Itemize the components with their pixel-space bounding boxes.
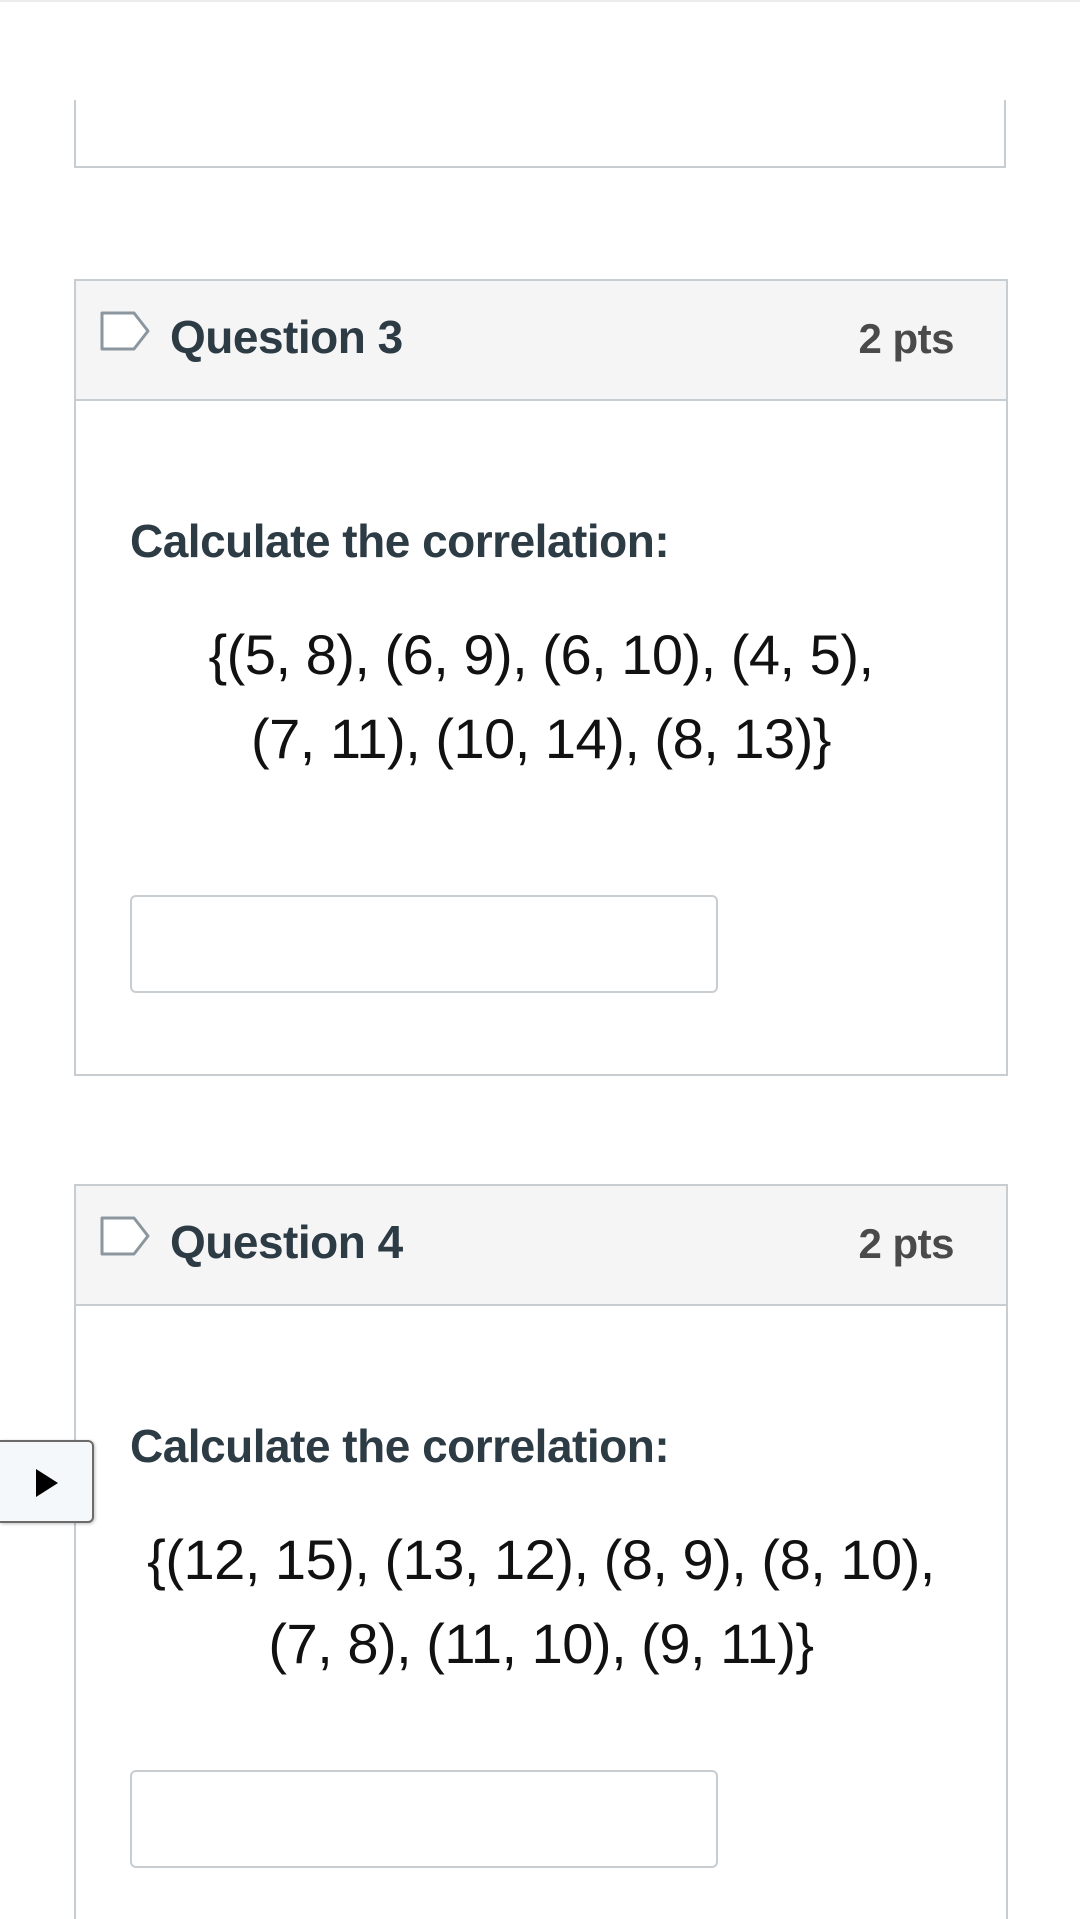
question-prompt: Calculate the correlation:: [130, 1420, 670, 1472]
data-line: {(12, 15), (13, 12), (8, 9), (8, 10),: [147, 1528, 935, 1591]
flag-outline-icon[interactable]: [98, 309, 152, 353]
top-divider: [0, 0, 1080, 2]
question-data-set: {(5, 8), (6, 9), (6, 10), (4, 5), (7, 11…: [76, 613, 1006, 781]
data-line: {(5, 8), (6, 9), (6, 10), (4, 5),: [208, 623, 874, 686]
question-title: Question 3: [170, 311, 403, 363]
flag-outline-icon[interactable]: [98, 1214, 152, 1258]
play-icon: [36, 1469, 58, 1497]
question-header: Question 3 2 pts: [76, 281, 1006, 401]
question-points: 2 pts: [858, 315, 954, 362]
question-header: Question 4 2 pts: [76, 1186, 1006, 1306]
question-prompt: Calculate the correlation:: [130, 515, 670, 567]
data-line: (7, 8), (11, 10), (9, 11)}: [268, 1612, 814, 1675]
data-line: (7, 11), (10, 14), (8, 13)}: [251, 707, 831, 770]
quiz-page: Question 3 2 pts Calculate the correlati…: [0, 0, 1080, 1919]
question-data-set: {(12, 15), (13, 12), (8, 9), (8, 10), (7…: [76, 1518, 1006, 1686]
question-title: Question 4: [170, 1216, 403, 1268]
answer-input[interactable]: [130, 1770, 718, 1868]
question-points: 2 pts: [858, 1220, 954, 1267]
play-button[interactable]: [0, 1440, 94, 1523]
previous-question-card: [74, 100, 1006, 168]
answer-input[interactable]: [130, 895, 718, 993]
question-card-3: Question 3 2 pts Calculate the correlati…: [74, 279, 1008, 1076]
question-card-4: Question 4 2 pts Calculate the correlati…: [74, 1184, 1008, 1919]
